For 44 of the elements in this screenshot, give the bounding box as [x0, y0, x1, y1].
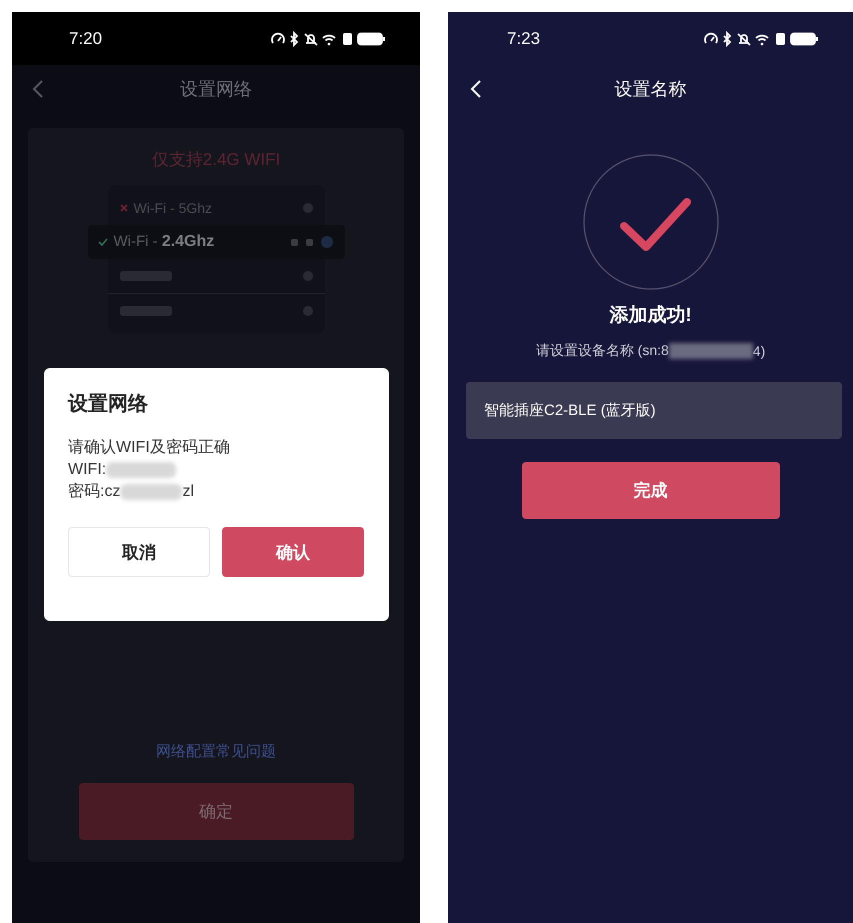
dot-icon: [302, 203, 312, 213]
battery-saver-icon: [343, 32, 352, 44]
status-time: 7:23: [507, 28, 540, 48]
bell-off-icon: [304, 32, 318, 46]
wifi-icon: [322, 34, 336, 45]
battery-icon: [357, 32, 385, 45]
dialog-message: 请确认WIFI及密码正确: [68, 438, 230, 458]
redaction-blur: [120, 484, 182, 500]
bluetooth-icon: [723, 30, 732, 46]
bluetooth-icon: [290, 30, 298, 46]
dot-icon: [302, 271, 312, 281]
prompt-text: 请设置设备名称 (sn:8: [536, 342, 669, 360]
help-link[interactable]: 网络配置常见问题: [156, 742, 276, 761]
speedometer-icon: [271, 32, 285, 43]
network-icons: [290, 236, 332, 248]
confirm-button[interactable]: 确认: [222, 527, 364, 577]
status-time: 7:20: [69, 28, 102, 48]
success-title: 添加成功!: [609, 304, 692, 328]
cross-icon: [120, 204, 128, 212]
wifi-icon: [755, 34, 769, 45]
bell-off-icon: [737, 32, 751, 46]
cancel-button[interactable]: 取消: [68, 527, 210, 577]
success-check-icon: [582, 154, 718, 290]
password-text: 密码:cz: [68, 482, 120, 502]
submit-button[interactable]: 确定: [78, 783, 354, 840]
page-title: 设置网络: [180, 79, 252, 99]
check-icon: [98, 238, 108, 246]
password-text: zl: [182, 482, 194, 502]
redaction-blur: [106, 462, 176, 478]
battery-saver-icon: [776, 32, 785, 44]
wifi-name: Wi-Fi - 5Ghz: [134, 200, 214, 216]
placeholder-bar: [120, 306, 172, 316]
battery-icon: [790, 32, 818, 45]
dialog-title: 设置网络: [68, 392, 149, 417]
placeholder-bar: [120, 271, 172, 281]
speedometer-icon: [704, 32, 718, 43]
prompt-text: 4): [752, 343, 766, 359]
dot-icon: [302, 306, 312, 316]
done-button[interactable]: 完成: [522, 462, 780, 519]
device-name-field[interactable]: 智能插座C2-BLE (蓝牙版): [466, 382, 842, 439]
page-title: 设置名称: [614, 79, 686, 99]
notice-text: 仅支持2.4G WIFI: [152, 149, 280, 171]
wifi-label: WIFI:: [68, 460, 106, 480]
wifi-name: Wi-Fi - 2.4Ghz: [114, 233, 216, 251]
